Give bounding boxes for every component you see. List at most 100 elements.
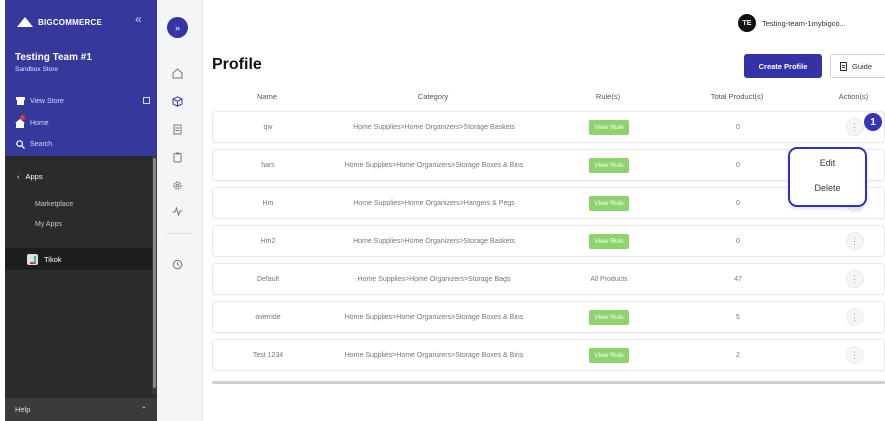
actions-cell: ⋮ <box>803 226 885 256</box>
store-sidebar: BIGCOMMERCE « Testing Team #1 Sandbox St… <box>5 0 157 421</box>
rule-cell: View Rule <box>545 188 673 218</box>
table-horizontal-scrollbar[interactable] <box>212 381 885 384</box>
rule-cell: View Rule <box>545 112 673 142</box>
search-link[interactable]: Search <box>15 139 52 149</box>
store-name: Testing Team #1 <box>15 52 92 63</box>
total-products: 0 <box>736 161 740 169</box>
scrollbar-thumb[interactable] <box>153 158 156 388</box>
chevron-right-double-icon[interactable]: » <box>167 17 188 38</box>
help-label: Help <box>15 405 31 414</box>
view-rule-button[interactable]: View Rule <box>589 233 629 249</box>
notification-dot <box>20 115 25 120</box>
table-row: Hm2 Home Supplies>Home Organizers>Storag… <box>212 225 885 257</box>
actions-cell: ⋮ <box>803 264 885 294</box>
kebab-icon[interactable]: ⋮ <box>845 308 864 326</box>
view-rule-button[interactable]: View Rule <box>589 157 629 173</box>
clock-icon[interactable] <box>172 259 183 270</box>
bigcommerce-logo[interactable]: BIGCOMMERCE <box>15 16 102 28</box>
avatar[interactable]: TE <box>738 14 756 32</box>
view-store-label: View Store <box>30 97 64 105</box>
view-rule-button[interactable]: View Rule <box>589 119 629 135</box>
total-products: 47 <box>734 275 742 283</box>
document-icon[interactable] <box>172 124 183 135</box>
rail-divider <box>167 233 193 234</box>
view-rule-button[interactable]: View Rule <box>589 309 629 325</box>
delete-menu-item[interactable]: Delete <box>790 183 865 193</box>
table-row: qw Home Supplies>Home Organizers>Storage… <box>212 111 885 143</box>
brand-name: BIGCOMMERCE <box>38 17 102 27</box>
app-label: Tikok <box>44 254 62 264</box>
column-header-category: Category <box>417 92 449 101</box>
view-rule-button[interactable]: View Rule <box>589 195 629 211</box>
column-header-total-products: Total Product(s) <box>710 92 764 101</box>
app-icon-rail: » <box>157 0 203 421</box>
apps-label: Apps <box>25 172 43 181</box>
marketplace-link[interactable]: Marketplace <box>35 201 73 208</box>
column-header-rules: Rule(s) <box>595 92 621 101</box>
profile-category: Home Supplies>Home Organizers>Storage Bo… <box>344 351 524 359</box>
kebab-icon[interactable]: ⋮ <box>845 346 864 364</box>
guide-button[interactable]: Guide <box>830 54 885 78</box>
help-bar[interactable]: Help ⌃ <box>5 398 157 421</box>
total-products: 5 <box>736 313 740 321</box>
chevron-up-icon: ⌃ <box>140 405 147 414</box>
create-profile-button[interactable]: Create Profile <box>744 54 822 78</box>
chevron-left-icon: ‹ <box>17 172 20 181</box>
profile-category: Home Supplies>Home Organizers>Storage Ba… <box>353 123 515 131</box>
table-header: Name Category Rule(s) Total Product(s) A… <box>212 90 885 106</box>
total-products: 0 <box>736 123 740 131</box>
chevron-left-double-icon[interactable]: « <box>135 12 142 26</box>
column-header-name: Name <box>256 92 277 101</box>
kebab-icon[interactable]: ⋮ <box>845 118 864 136</box>
rule-cell: View Rule <box>545 340 673 370</box>
search-icon <box>15 139 25 149</box>
tiktok-app-icon <box>27 253 38 265</box>
rule-cell: View Rule <box>545 302 673 332</box>
table-row: Hm Home Supplies>Home Organizers>Hangers… <box>212 187 885 219</box>
clipboard-icon[interactable] <box>172 152 183 163</box>
profile-category: Home Supplies>Home Organizers>Hangers & … <box>353 199 515 207</box>
profile-category: Home Supplies>Home Organizers>Storage Bo… <box>344 161 524 169</box>
total-products: 0 <box>736 237 740 245</box>
profile-name: override <box>255 313 281 321</box>
table-row: hars Home Supplies>Home Organizers>Stora… <box>212 149 885 181</box>
apps-back-link[interactable]: ‹ Apps <box>17 172 43 181</box>
actions-cell: ⋮ <box>803 340 885 370</box>
view-rule-button[interactable]: View Rule <box>589 347 629 363</box>
table-row: Test 1234 Home Supplies>Home Organizers>… <box>212 339 885 371</box>
rule-cell: View Rule <box>545 150 673 180</box>
activity-icon[interactable] <box>172 206 183 217</box>
logo-mark-icon <box>15 16 35 28</box>
gear-icon[interactable] <box>172 180 183 191</box>
account-name[interactable]: Testing-team-1mybigco... <box>762 19 846 28</box>
top-bar: TE Testing-team-1mybigco... <box>204 0 885 46</box>
kebab-icon[interactable]: ⋮ <box>845 270 864 288</box>
actions-cell: ⋮ <box>803 302 885 332</box>
kebab-icon[interactable]: ⋮ <box>845 232 864 250</box>
profile-name: Default <box>256 275 280 283</box>
store-type: Sandbox Store <box>15 66 59 73</box>
main-content: TE Testing-team-1mybigco... Profile Crea… <box>204 0 885 421</box>
sidebar-store-header: BIGCOMMERCE « Testing Team #1 Sandbox St… <box>5 0 157 156</box>
home-label: Home <box>30 119 49 127</box>
profile-category: Home Supplies>Home Organizers>Storage Ba… <box>357 275 511 283</box>
rule-cell: View Rule <box>545 226 673 256</box>
row-actions-menu: Edit Delete <box>788 147 867 207</box>
table-row: Default Home Supplies>Home Organizers>St… <box>212 263 885 295</box>
total-products: 2 <box>736 351 740 359</box>
home-rail-icon[interactable] <box>172 68 183 79</box>
step-number-badge: 1 <box>864 113 882 131</box>
rule-text: All Products <box>590 275 628 283</box>
view-store-link[interactable]: View Store <box>15 96 64 106</box>
page-title: Profile <box>212 56 262 73</box>
sidebar-item-tikok[interactable]: Tikok <box>5 248 152 270</box>
edit-menu-item[interactable]: Edit <box>790 158 865 168</box>
my-apps-link[interactable]: My Apps <box>35 221 62 228</box>
home-link[interactable]: Home <box>15 115 49 128</box>
profile-name: hars <box>261 161 275 169</box>
box-icon[interactable] <box>172 96 183 107</box>
external-link-icon[interactable] <box>143 97 150 104</box>
total-products: 0 <box>736 199 740 207</box>
profile-panel: Profile Create Profile Guide Name Catego… <box>204 46 885 421</box>
profile-name: Test 1234 <box>252 351 284 359</box>
